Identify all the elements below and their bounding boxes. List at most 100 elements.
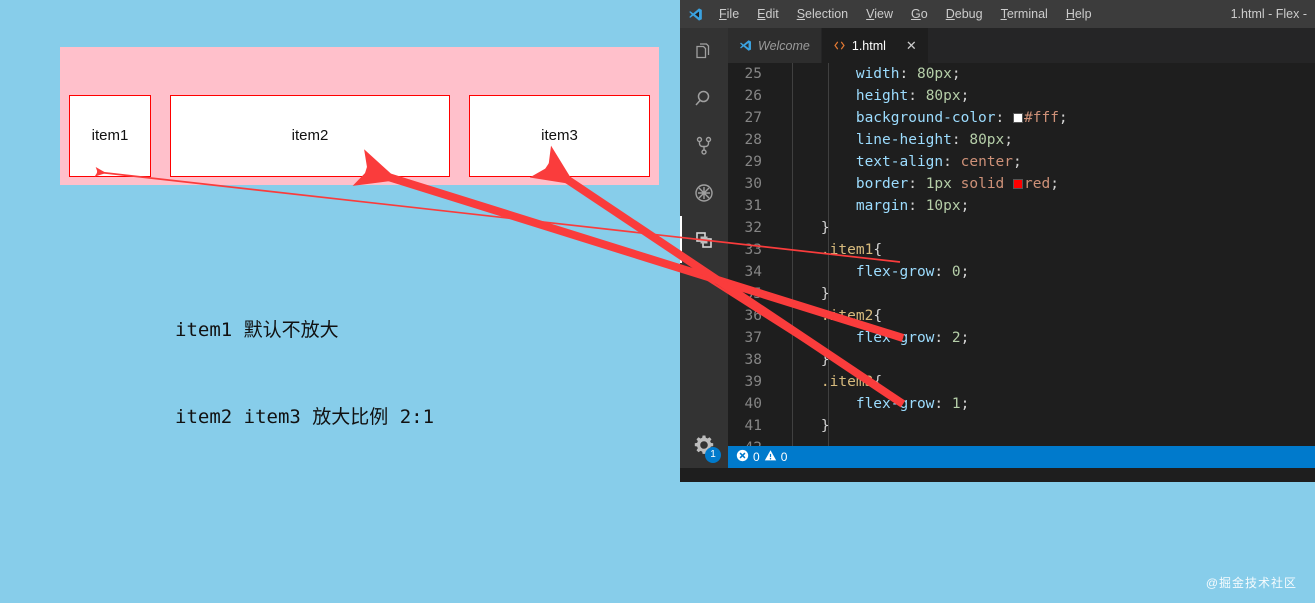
menu-item-terminal[interactable]: Terminal <box>992 5 1057 23</box>
code-text: .item2{ <box>786 308 882 324</box>
code-token: .item2 <box>820 308 874 324</box>
code-token: : <box>908 198 926 214</box>
code-text: .item3{ <box>786 374 882 390</box>
code-line[interactable]: 25 width: 80px; <box>728 63 1315 85</box>
source-control-icon[interactable] <box>680 122 728 169</box>
line-number: 25 <box>744 66 762 82</box>
code-line[interactable]: 33 .item1{ <box>728 239 1315 261</box>
code-token: .item3 <box>820 374 874 390</box>
error-icon <box>736 449 749 465</box>
code-text: } <box>786 418 830 434</box>
code-text: text-align: center; <box>786 154 1022 170</box>
code-token: 1 <box>951 396 961 412</box>
line-number: 42 <box>728 440 786 446</box>
menu-item-edit[interactable]: Edit <box>748 5 788 23</box>
code-line[interactable]: 40 flex-grow: 1; <box>728 393 1315 415</box>
code-line[interactable]: 35 } <box>728 283 1315 305</box>
search-icon[interactable] <box>680 75 728 122</box>
code-line[interactable]: 26 height: 80px; <box>728 85 1315 107</box>
code-token: flex-grow <box>855 264 935 280</box>
annotation-line-1: item1 默认不放大 <box>175 319 339 341</box>
code-token: ; <box>1004 132 1013 148</box>
line-number: 27 <box>744 110 762 126</box>
code-token: : <box>995 110 1013 126</box>
window-title: 1.html - Flex - <box>1230 7 1307 21</box>
code-line[interactable]: 38 } <box>728 349 1315 371</box>
close-icon[interactable]: ✕ <box>906 38 917 54</box>
code-token: 0 <box>951 264 961 280</box>
code-line[interactable]: 27 background-color: #fff; <box>728 107 1315 129</box>
code-text: } <box>786 286 830 302</box>
line-number: 29 <box>744 154 762 170</box>
code-line[interactable]: 36 .item2{ <box>728 305 1315 327</box>
flex-item-1-label: item1 <box>91 127 129 144</box>
editor-column: Welcome 1.html ✕ 25 width: 80px; 26 heig… <box>728 28 1315 468</box>
code-line[interactable]: 31 margin: 10px; <box>728 195 1315 217</box>
code-line[interactable]: 41 } <box>728 415 1315 437</box>
code-line[interactable]: 32 } <box>728 217 1315 239</box>
code-token: 10px <box>925 198 961 214</box>
warning-count: 0 <box>780 450 788 464</box>
status-bar[interactable]: 0 0 <box>728 446 1315 468</box>
code-line[interactable]: 30 border: 1px solid red; <box>728 173 1315 195</box>
explorer-icon[interactable] <box>680 28 728 75</box>
menu-item-help[interactable]: Help <box>1057 5 1101 23</box>
line-number: 34 <box>744 264 762 280</box>
code-line[interactable]: 37 flex-grow: 2; <box>728 327 1315 349</box>
line-number: 39 <box>744 374 762 390</box>
code-editor[interactable]: 25 width: 80px; 26 height: 80px; 27 backgr… <box>728 63 1315 446</box>
code-text: margin: 10px; <box>786 198 970 214</box>
menu-item-go[interactable]: Go <box>902 5 937 23</box>
tab-1html[interactable]: 1.html ✕ <box>821 28 929 63</box>
watermark: @掘金技术社区 <box>1205 576 1297 590</box>
code-token: : <box>951 132 970 148</box>
code-token: ; <box>951 66 961 82</box>
annotation-text: item1 默认不放大 item2 item3 放大比例 2:1 <box>175 258 434 490</box>
code-token: text-align <box>855 154 944 170</box>
tab-welcome[interactable]: Welcome <box>728 28 822 63</box>
code-token: ; <box>1058 110 1068 126</box>
menu-item-selection[interactable]: Selection <box>788 5 857 23</box>
line-number: 38 <box>744 352 762 368</box>
run-debug-icon[interactable] <box>680 169 728 216</box>
vscode-logo-icon <box>680 0 710 28</box>
menu-bar[interactable]: File Edit Selection View Go Debug Terminal Help <box>710 5 1101 23</box>
code-text: width: 80px; <box>786 66 961 82</box>
code-text: line-height: 80px; <box>786 132 1013 148</box>
code-text: height: 80px; <box>786 88 970 104</box>
vscode-body: 1 Welcome 1.html ✕ 25 width: 80px; 26 he… <box>680 28 1315 468</box>
warning-icon <box>764 449 777 465</box>
code-token: } <box>820 286 830 302</box>
menu-item-file[interactable]: File <box>710 5 748 23</box>
code-line[interactable]: 39 .item3{ <box>728 371 1315 393</box>
tab-1html-label: 1.html <box>851 38 886 53</box>
flex-item-3: item3 <box>469 95 650 177</box>
code-token: solid <box>960 176 1005 192</box>
line-number: 37 <box>744 330 762 346</box>
activity-bar[interactable]: 1 <box>680 28 728 468</box>
manage-gear-icon[interactable]: 1 <box>680 421 728 468</box>
code-text: flex-grow: 2; <box>786 330 970 346</box>
code-text: background-color: #fff; <box>786 110 1068 126</box>
flex-item-2: item2 <box>170 95 450 177</box>
screenshot-root: item1 item2 item3 item1 默认不放大 item2 item… <box>0 0 1315 603</box>
menu-item-debug[interactable]: Debug <box>937 5 992 23</box>
editor-tab-bar[interactable]: Welcome 1.html ✕ <box>728 28 1315 63</box>
code-token: width <box>855 66 900 82</box>
line-number: 33 <box>744 242 762 258</box>
code-text: } <box>786 220 830 236</box>
code-line[interactable]: 28 line-height: 80px; <box>728 129 1315 151</box>
flex-item-2-label: item2 <box>291 127 329 144</box>
status-problems[interactable]: 0 0 <box>736 449 787 465</box>
code-token: ; <box>960 330 970 346</box>
code-line[interactable]: 29 text-align: center; <box>728 151 1315 173</box>
code-line[interactable]: 42 <box>728 437 1315 446</box>
code-token: : <box>908 176 926 192</box>
line-number: 35 <box>744 286 762 302</box>
code-line[interactable]: 34 flex-grow: 0; <box>728 261 1315 283</box>
line-number: 30 <box>744 176 762 192</box>
activity-bar-bottom: 1 <box>680 421 728 468</box>
extensions-icon[interactable] <box>680 216 728 263</box>
menu-item-view[interactable]: View <box>857 5 902 23</box>
